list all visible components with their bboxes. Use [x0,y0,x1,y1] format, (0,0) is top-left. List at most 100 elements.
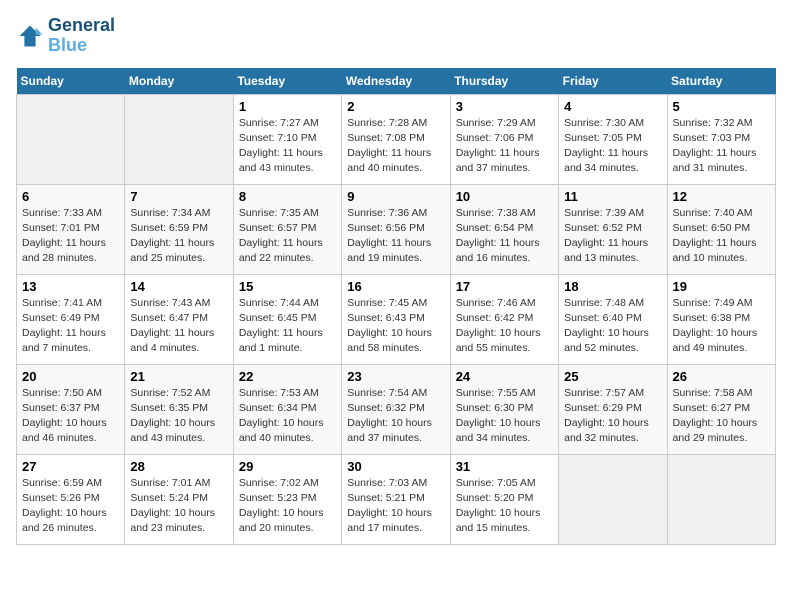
day-info: Sunrise: 7:32 AMSunset: 7:03 PMDaylight:… [673,116,770,177]
calendar-cell: 2Sunrise: 7:28 AMSunset: 7:08 PMDaylight… [342,94,450,184]
day-info: Sunrise: 7:41 AMSunset: 6:49 PMDaylight:… [22,296,119,357]
day-info: Sunrise: 7:35 AMSunset: 6:57 PMDaylight:… [239,206,336,267]
logo: General Blue [16,16,115,56]
calendar-cell: 7 Sunrise: 7:34 AMSunset: 6:59 PMDaylight… [125,184,233,274]
weekday-header-thursday: Thursday [450,68,558,95]
day-info: Sunrise: 7:49 AMSunset: 6:38 PMDaylight:… [673,296,770,357]
weekday-header-monday: Monday [125,68,233,95]
day-number: 25 [564,369,661,384]
calendar-cell: 17 Sunrise: 7:46 AMSunset: 6:42 PMDayligh… [450,274,558,364]
calendar-cell: 13 Sunrise: 7:41 AMSunset: 6:49 PMDayligh… [17,274,125,364]
calendar-cell: 9 Sunrise: 7:36 AMSunset: 6:56 PMDaylight… [342,184,450,274]
day-info: Sunrise: 7:44 AMSunset: 6:45 PMDaylight:… [239,296,336,357]
day-info: Sunrise: 7:43 AMSunset: 6:47 PMDaylight:… [130,296,227,357]
day-number: 31 [456,459,553,474]
day-number: 30 [347,459,444,474]
day-info: Sunrise: 7:02 AMSunset: 5:23 PMDaylight:… [239,476,336,537]
calendar-cell: 8 Sunrise: 7:35 AMSunset: 6:57 PMDaylight… [233,184,341,274]
calendar-cell: 26Sunrise: 7:58 AMSunset: 6:27 PMDayligh… [667,364,775,454]
day-info: Sunrise: 7:55 AMSunset: 6:30 PMDaylight:… [456,386,553,447]
day-number: 4 [564,99,661,114]
day-info: Sunrise: 7:05 AMSunset: 5:20 PMDaylight:… [456,476,553,537]
calendar-cell: 14 Sunrise: 7:43 AMSunset: 6:47 PMDayligh… [125,274,233,364]
calendar-cell [17,94,125,184]
day-number: 8 [239,189,336,204]
calendar-cell: 18 Sunrise: 7:48 AMSunset: 6:40 PMDayligh… [559,274,667,364]
day-info: Sunrise: 7:34 AMSunset: 6:59 PMDaylight:… [130,206,227,267]
day-info: Sunrise: 7:54 AMSunset: 6:32 PMDaylight:… [347,386,444,447]
day-info: Sunrise: 7:50 AMSunset: 6:37 PMDaylight:… [22,386,119,447]
day-info: Sunrise: 7:29 AMSunset: 7:06 PMDaylight:… [456,116,553,177]
day-info: Sunrise: 7:39 AMSunset: 6:52 PMDaylight:… [564,206,661,267]
logo-icon [16,22,44,50]
day-number: 1 [239,99,336,114]
calendar-cell: 16 Sunrise: 7:45 AMSunset: 6:43 PMDayligh… [342,274,450,364]
day-info: Sunrise: 7:27 AMSunset: 7:10 PMDaylight:… [239,116,336,177]
weekday-header-saturday: Saturday [667,68,775,95]
calendar-cell: 19 Sunrise: 7:49 AMSunset: 6:38 PMDayligh… [667,274,775,364]
week-row-4: 20 Sunrise: 7:50 AMSunset: 6:37 PMDayligh… [17,364,776,454]
day-number: 5 [673,99,770,114]
day-number: 19 [673,279,770,294]
day-info: Sunrise: 7:38 AMSunset: 6:54 PMDaylight:… [456,206,553,267]
logo-text: General Blue [48,16,115,56]
calendar-cell: 31 Sunrise: 7:05 AMSunset: 5:20 PMDayligh… [450,454,558,544]
day-number: 11 [564,189,661,204]
day-info: Sunrise: 7:01 AMSunset: 5:24 PMDaylight:… [130,476,227,537]
day-number: 16 [347,279,444,294]
day-info: Sunrise: 7:48 AMSunset: 6:40 PMDaylight:… [564,296,661,357]
weekday-header-wednesday: Wednesday [342,68,450,95]
page-header: General Blue [16,16,776,56]
day-number: 13 [22,279,119,294]
day-number: 26 [673,369,770,384]
day-info: Sunrise: 6:59 AMSunset: 5:26 PMDaylight:… [22,476,119,537]
day-number: 24 [456,369,553,384]
week-row-3: 13 Sunrise: 7:41 AMSunset: 6:49 PMDayligh… [17,274,776,364]
day-number: 21 [130,369,227,384]
day-info: Sunrise: 7:53 AMSunset: 6:34 PMDaylight:… [239,386,336,447]
calendar-cell: 30 Sunrise: 7:03 AMSunset: 5:21 PMDayligh… [342,454,450,544]
day-info: Sunrise: 7:36 AMSunset: 6:56 PMDaylight:… [347,206,444,267]
day-number: 28 [130,459,227,474]
calendar-cell: 5 Sunrise: 7:32 AMSunset: 7:03 PMDaylight… [667,94,775,184]
week-row-5: 27 Sunrise: 6:59 AMSunset: 5:26 PMDayligh… [17,454,776,544]
weekday-header-friday: Friday [559,68,667,95]
day-info: Sunrise: 7:57 AMSunset: 6:29 PMDaylight:… [564,386,661,447]
calendar-cell: 11 Sunrise: 7:39 AMSunset: 6:52 PMDayligh… [559,184,667,274]
weekday-header-row: SundayMondayTuesdayWednesdayThursdayFrid… [17,68,776,95]
day-info: Sunrise: 7:33 AMSunset: 7:01 PMDaylight:… [22,206,119,267]
calendar-cell [559,454,667,544]
calendar-cell: 29Sunrise: 7:02 AMSunset: 5:23 PMDayligh… [233,454,341,544]
day-number: 12 [673,189,770,204]
calendar-cell: 10 Sunrise: 7:38 AMSunset: 6:54 PMDayligh… [450,184,558,274]
calendar-cell: 3Sunrise: 7:29 AMSunset: 7:06 PMDaylight… [450,94,558,184]
day-number: 10 [456,189,553,204]
day-info: Sunrise: 7:03 AMSunset: 5:21 PMDaylight:… [347,476,444,537]
weekday-header-sunday: Sunday [17,68,125,95]
day-number: 27 [22,459,119,474]
calendar-cell: 4 Sunrise: 7:30 AMSunset: 7:05 PMDaylight… [559,94,667,184]
calendar-cell: 28 Sunrise: 7:01 AMSunset: 5:24 PMDayligh… [125,454,233,544]
calendar-cell: 15 Sunrise: 7:44 AMSunset: 6:45 PMDayligh… [233,274,341,364]
calendar-cell: 27 Sunrise: 6:59 AMSunset: 5:26 PMDayligh… [17,454,125,544]
day-number: 23 [347,369,444,384]
calendar-cell: 23 Sunrise: 7:54 AMSunset: 6:32 PMDayligh… [342,364,450,454]
day-number: 22 [239,369,336,384]
calendar-table: SundayMondayTuesdayWednesdayThursdayFrid… [16,68,776,545]
day-number: 14 [130,279,227,294]
calendar-cell [667,454,775,544]
day-number: 17 [456,279,553,294]
day-number: 9 [347,189,444,204]
day-info: Sunrise: 7:30 AMSunset: 7:05 PMDaylight:… [564,116,661,177]
day-number: 7 [130,189,227,204]
calendar-cell: 12Sunrise: 7:40 AMSunset: 6:50 PMDayligh… [667,184,775,274]
day-info: Sunrise: 7:46 AMSunset: 6:42 PMDaylight:… [456,296,553,357]
day-number: 6 [22,189,119,204]
day-info: Sunrise: 7:45 AMSunset: 6:43 PMDaylight:… [347,296,444,357]
calendar-cell: 20 Sunrise: 7:50 AMSunset: 6:37 PMDayligh… [17,364,125,454]
day-number: 18 [564,279,661,294]
day-number: 15 [239,279,336,294]
day-number: 20 [22,369,119,384]
calendar-cell: 1 Sunrise: 7:27 AMSunset: 7:10 PMDaylight… [233,94,341,184]
calendar-cell: 6 Sunrise: 7:33 AMSunset: 7:01 PMDaylight… [17,184,125,274]
